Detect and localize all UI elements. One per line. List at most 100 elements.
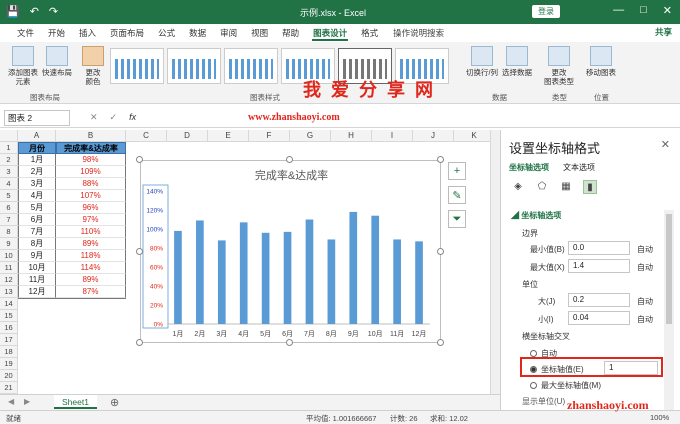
rate-cell[interactable]: 88% — [56, 178, 126, 190]
rate-cell[interactable]: 89% — [56, 238, 126, 250]
row-header[interactable]: 3 — [0, 166, 18, 178]
max-auto-button[interactable]: 自动 — [637, 262, 653, 273]
change-colors-button[interactable]: 更改 颜色 — [80, 46, 106, 86]
tab-2[interactable]: 插入 — [72, 24, 103, 42]
row-header[interactable]: 1 — [0, 142, 18, 154]
share-button[interactable]: 共享 — [655, 26, 672, 38]
row-header[interactable]: 6 — [0, 202, 18, 214]
move-chart-button[interactable]: 移动图表 — [584, 46, 618, 77]
row-header[interactable]: 9 — [0, 238, 18, 250]
add-element-plus-icon[interactable]: + — [448, 162, 466, 180]
effects-icon[interactable]: ⬠ — [535, 180, 549, 194]
row-header[interactable]: 12 — [0, 274, 18, 286]
tab-8[interactable]: 帮助 — [275, 24, 306, 42]
major-unit-input[interactable]: 0.2 — [568, 293, 630, 307]
column-header[interactable]: G — [290, 130, 331, 142]
column-header[interactable]: H — [331, 130, 372, 142]
vertical-scrollbar[interactable] — [490, 130, 500, 394]
column-header[interactable]: D — [167, 130, 208, 142]
row-header[interactable]: 20 — [0, 370, 18, 382]
rate-cell[interactable]: 107% — [56, 190, 126, 202]
change-chart-type-button[interactable]: 更改 图表类型 — [542, 46, 576, 86]
row-header[interactable]: 10 — [0, 250, 18, 262]
pane-scrollbar[interactable] — [664, 210, 674, 410]
sheet-nav-left-icon[interactable]: ◀ — [8, 397, 14, 406]
month-cell[interactable]: 10月 — [18, 262, 56, 274]
sheet-nav-right-icon[interactable]: ▶ — [24, 397, 30, 406]
resize-handle-tl[interactable] — [136, 156, 143, 163]
add-chart-element-button[interactable]: 添加图表 元素 — [6, 46, 40, 86]
undo-icon[interactable]: ↶ — [30, 5, 39, 18]
month-cell[interactable]: 8月 — [18, 238, 56, 250]
row-header[interactable]: 2 — [0, 154, 18, 166]
enter-icon[interactable]: ✓ — [110, 112, 118, 123]
tab-3[interactable]: 页面布局 — [103, 24, 151, 42]
resize-handle-t[interactable] — [286, 156, 293, 163]
row-header[interactable]: 21 — [0, 382, 18, 394]
column-header[interactable]: K — [454, 130, 490, 142]
quick-layout-button[interactable]: 快速布局 — [40, 46, 74, 77]
rate-cell[interactable]: 97% — [56, 214, 126, 226]
resize-handle-bl[interactable] — [136, 339, 143, 346]
pane-scroll-thumb[interactable] — [666, 214, 672, 324]
tab-4[interactable]: 公式 — [151, 24, 182, 42]
tab-1[interactable]: 开始 — [41, 24, 72, 42]
rate-cell[interactable]: 110% — [56, 226, 126, 238]
sheet-tab-sheet1[interactable]: Sheet1 — [54, 395, 97, 409]
select-data-button[interactable]: 选择数据 — [502, 46, 532, 77]
tab-text-options[interactable]: 文本选项 — [563, 162, 595, 173]
column-header[interactable]: B — [56, 130, 126, 142]
rate-cell[interactable]: 114% — [56, 262, 126, 274]
resize-handle-l[interactable] — [136, 248, 143, 255]
tab-9[interactable]: 图表设计 — [306, 24, 354, 42]
pane-close-icon[interactable]: ✕ — [661, 138, 670, 151]
switch-row-column-button[interactable]: 切换行/列 — [464, 46, 500, 77]
row-header[interactable]: 19 — [0, 358, 18, 370]
size-properties-icon[interactable]: ▦ — [559, 180, 573, 194]
column-header[interactable]: C — [126, 130, 167, 142]
login-button[interactable]: 登录 — [532, 5, 560, 18]
chart-area[interactable]: 完成率&达成率 0% 20% 40% 60% 80% 100% 120% 140% 1月 2月 3月 4… — [140, 160, 441, 343]
cancel-icon[interactable]: ✕ — [90, 112, 98, 123]
max-value-input[interactable]: 1.4 — [568, 259, 630, 273]
month-cell[interactable]: 3月 — [18, 178, 56, 190]
chart-style-brush-icon[interactable]: ✎ — [448, 186, 466, 204]
min-value-input[interactable]: 0.0 — [568, 241, 630, 255]
tab-axis-options[interactable]: 坐标轴选项 — [509, 162, 549, 173]
tell-me-search[interactable]: 操作说明搜索 — [393, 27, 444, 39]
redo-icon[interactable]: ↷ — [49, 5, 58, 18]
chart-style-3[interactable] — [224, 48, 278, 84]
minimize-button[interactable]: — — [613, 4, 624, 17]
month-cell[interactable]: 2月 — [18, 166, 56, 178]
radio-max-axis-value[interactable]: 最大坐标轴值(M) — [530, 380, 601, 391]
row-header[interactable]: 18 — [0, 346, 18, 358]
chart-filter-icon[interactable]: ⏷ — [448, 210, 466, 228]
month-cell[interactable]: 5月 — [18, 202, 56, 214]
table-header-cell[interactable]: 完成率&达成率 — [56, 142, 126, 154]
chart-style-2[interactable] — [167, 48, 221, 84]
save-icon[interactable]: 💾 — [6, 5, 20, 18]
resize-handle-r[interactable] — [437, 248, 444, 255]
tab-10[interactable]: 格式 — [354, 24, 385, 42]
row-header[interactable]: 17 — [0, 334, 18, 346]
column-header[interactable]: J — [413, 130, 454, 142]
rate-cell[interactable]: 118% — [56, 250, 126, 262]
minor-unit-input[interactable]: 0.04 — [568, 311, 630, 325]
row-header[interactable]: 4 — [0, 178, 18, 190]
add-sheet-icon[interactable]: ⊕ — [110, 396, 119, 409]
month-cell[interactable]: 1月 — [18, 154, 56, 166]
tab-0[interactable]: 文件 — [10, 24, 41, 42]
column-header[interactable]: I — [372, 130, 413, 142]
month-cell[interactable]: 7月 — [18, 226, 56, 238]
resize-handle-br[interactable] — [437, 339, 444, 346]
min-auto-button[interactable]: 自动 — [637, 244, 653, 255]
month-cell[interactable]: 11月 — [18, 274, 56, 286]
section-axis-options[interactable]: ◢ 坐标轴选项 — [511, 210, 561, 221]
month-cell[interactable]: 4月 — [18, 190, 56, 202]
rate-cell[interactable]: 98% — [56, 154, 126, 166]
major-auto-button[interactable]: 自动 — [637, 296, 653, 307]
rate-cell[interactable]: 89% — [56, 274, 126, 286]
month-cell[interactable]: 9月 — [18, 250, 56, 262]
tab-7[interactable]: 视图 — [244, 24, 275, 42]
column-header[interactable]: F — [249, 130, 290, 142]
